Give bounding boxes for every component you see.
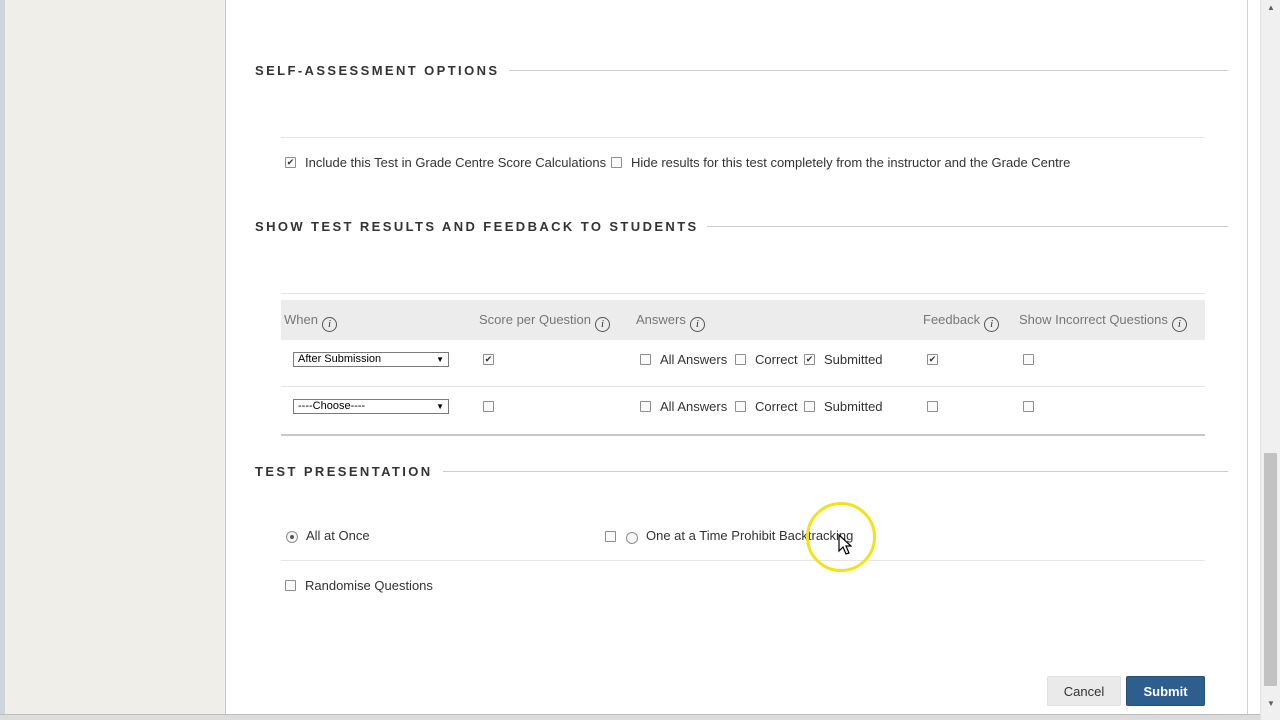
- submitted-checkbox[interactable]: [804, 401, 815, 412]
- include-in-grade-centre-checkbox[interactable]: [285, 157, 296, 168]
- table-bottom-border: [281, 434, 1205, 436]
- chevron-down-icon: ▼: [436, 355, 444, 364]
- show-incorrect-checkbox[interactable]: [1023, 354, 1034, 365]
- info-icon[interactable]: i: [984, 317, 1000, 332]
- row-divider: [281, 386, 1205, 387]
- section-divider: [707, 226, 1228, 227]
- section-title-test-presentation: TEST PRESENTATION: [255, 464, 433, 479]
- score-per-question-checkbox[interactable]: [483, 401, 494, 412]
- prohibit-backtracking-checkbox[interactable]: [605, 531, 616, 542]
- row-divider: [281, 560, 1205, 561]
- submitted-label: Submitted: [824, 352, 883, 367]
- when-select-value: ----Choose----: [298, 400, 366, 412]
- column-header-score-per-question: Score per Question i: [479, 312, 611, 332]
- section-divider: [509, 70, 1228, 71]
- when-select-value: After Submission: [298, 353, 382, 365]
- info-icon[interactable]: i: [595, 317, 611, 332]
- info-icon[interactable]: i: [321, 317, 337, 332]
- score-per-question-checkbox[interactable]: [483, 354, 494, 365]
- submitted-label: Submitted: [824, 399, 883, 414]
- feedback-checkbox[interactable]: [927, 354, 938, 365]
- vertical-scrollbar[interactable]: ▲ ▼: [1260, 0, 1280, 720]
- randomise-questions-checkbox[interactable]: [285, 580, 296, 591]
- scroll-down-icon[interactable]: ▼: [1261, 696, 1280, 712]
- correct-checkbox[interactable]: [735, 401, 746, 412]
- window-bottom-edge: [0, 714, 1260, 720]
- all-at-once-label: All at Once: [306, 528, 370, 543]
- mouse-pointer-icon: [838, 534, 852, 555]
- correct-label: Correct: [755, 399, 798, 414]
- hide-results-checkbox[interactable]: [611, 157, 622, 168]
- cancel-button[interactable]: Cancel: [1047, 676, 1121, 706]
- all-at-once-radio[interactable]: [286, 531, 298, 543]
- feedback-checkbox[interactable]: [927, 401, 938, 412]
- section-divider: [443, 471, 1228, 472]
- all-answers-label: All Answers: [660, 399, 728, 414]
- course-menu-panel: [5, 0, 226, 720]
- submitted-checkbox[interactable]: [804, 354, 815, 365]
- randomise-questions-label: Randomise Questions: [305, 578, 433, 593]
- when-select-row-1[interactable]: After Submission ▼: [293, 352, 449, 367]
- hide-results-label: Hide results for this test completely fr…: [631, 155, 1071, 170]
- correct-label: Correct: [755, 352, 798, 367]
- scrollbar-thumb[interactable]: [1264, 453, 1277, 686]
- chevron-down-icon: ▼: [436, 402, 444, 411]
- when-select-row-2[interactable]: ----Choose---- ▼: [293, 399, 449, 414]
- all-answers-checkbox[interactable]: [640, 401, 651, 412]
- info-icon[interactable]: i: [1171, 317, 1187, 332]
- column-header-when: When i: [284, 312, 337, 332]
- section-title-self-assessment: SELF-ASSESSMENT OPTIONS: [255, 63, 500, 78]
- include-in-grade-centre-label: Include this Test in Grade Centre Score …: [305, 155, 607, 170]
- row-divider: [281, 137, 1205, 138]
- column-header-show-incorrect: Show Incorrect Questions i: [1019, 312, 1187, 332]
- all-answers-label: All Answers: [660, 352, 728, 367]
- correct-checkbox[interactable]: [735, 354, 746, 365]
- all-answers-checkbox[interactable]: [640, 354, 651, 365]
- one-at-a-time-radio[interactable]: [626, 532, 638, 544]
- column-header-feedback: Feedback i: [923, 312, 1000, 332]
- show-incorrect-checkbox[interactable]: [1023, 401, 1034, 412]
- column-header-answers: Answers i: [636, 312, 705, 332]
- section-title-feedback: SHOW TEST RESULTS AND FEEDBACK TO STUDEN…: [255, 219, 699, 234]
- info-icon[interactable]: i: [689, 317, 705, 332]
- scroll-up-icon[interactable]: ▲: [1261, 0, 1280, 16]
- row-divider: [281, 293, 1205, 294]
- submit-button[interactable]: Submit: [1126, 676, 1205, 706]
